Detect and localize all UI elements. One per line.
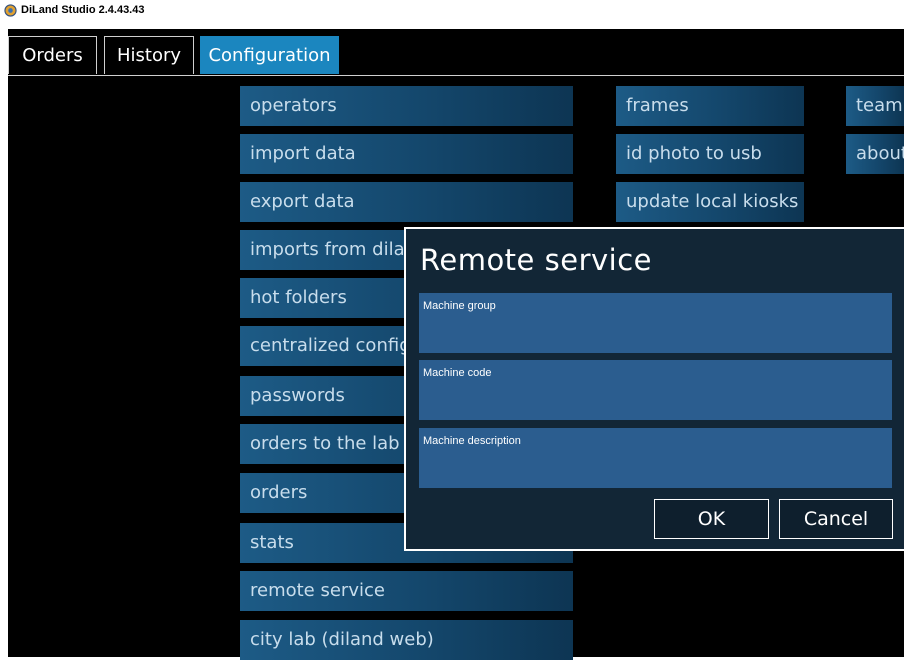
machine-description-label: Machine description [423, 435, 521, 447]
menu-import-data[interactable]: import data [240, 134, 573, 174]
remote-service-dialog: Remote service Machine group Machine cod… [404, 227, 904, 551]
menu-id-photo-to-usb[interactable]: id photo to usb [616, 134, 804, 174]
tab-configuration[interactable]: Configuration [200, 36, 339, 74]
tab-orders[interactable]: Orders [8, 36, 97, 74]
machine-description-field[interactable]: Machine description [419, 428, 892, 488]
window-title: DiLand Studio 2.4.43.43 [21, 4, 145, 16]
tab-history[interactable]: History [104, 36, 194, 74]
tab-divider [8, 75, 904, 76]
app-icon [4, 4, 17, 17]
machine-group-label: Machine group [423, 300, 496, 312]
machine-code-label: Machine code [423, 367, 492, 379]
menu-update-local-kiosks[interactable]: update local kiosks [616, 182, 804, 222]
cancel-button[interactable]: Cancel [779, 499, 893, 539]
dialog-title: Remote service [420, 243, 652, 277]
machine-code-field[interactable]: Machine code [419, 360, 892, 420]
menu-team[interactable]: team [846, 86, 904, 126]
menu-export-data[interactable]: export data [240, 182, 573, 222]
menu-about[interactable]: about [846, 134, 904, 174]
machine-group-field[interactable]: Machine group [419, 293, 892, 353]
menu-city-lab[interactable]: city lab (diland web) [240, 620, 573, 660]
menu-operators[interactable]: operators [240, 86, 573, 126]
title-bar: DiLand Studio 2.4.43.43 [0, 0, 904, 29]
menu-frames[interactable]: frames [616, 86, 804, 126]
menu-remote-service[interactable]: remote service [240, 571, 573, 611]
ok-button[interactable]: OK [654, 499, 769, 539]
